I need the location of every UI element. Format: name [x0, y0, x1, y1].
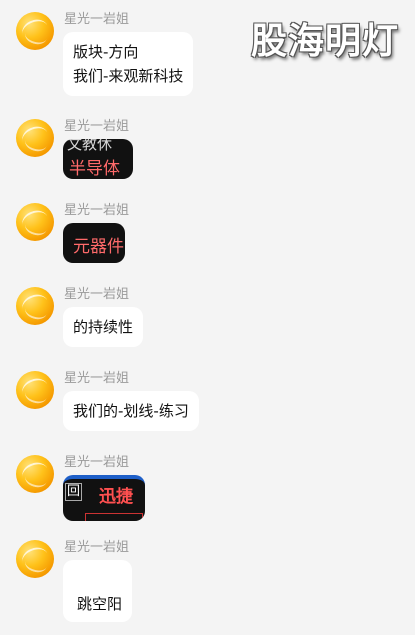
- sender-name: 星光一岩姐: [64, 287, 130, 302]
- sticker-left-text: 回: [65, 483, 83, 501]
- sticker-main-text: 半导体: [69, 159, 120, 179]
- avatar[interactable]: [16, 12, 54, 50]
- avatar[interactable]: [16, 540, 54, 578]
- sender-name: 星光一岩姐: [64, 12, 130, 27]
- sticker-top-text: 文教休: [67, 139, 113, 153]
- sticker-image[interactable]: 回 迅捷: [63, 475, 145, 521]
- message-bubble[interactable]: 版块-方向 我们-来观新科技: [63, 32, 194, 96]
- message-text-line: 我们-来观新科技: [73, 67, 184, 85]
- message-text-line: 的持续性: [73, 318, 134, 336]
- sender-name: 星光一岩姐: [64, 455, 130, 470]
- sticker-frame-decoration: [85, 513, 143, 521]
- message-bubble[interactable]: 的持续性: [63, 307, 144, 347]
- avatar[interactable]: [16, 119, 54, 157]
- watermark-text: 股海明灯: [250, 21, 399, 62]
- sender-name: 星光一岩姐: [64, 540, 130, 555]
- sender-name: 星光一岩姐: [64, 203, 130, 218]
- sticker-main-text: 迅捷: [99, 487, 133, 507]
- avatar[interactable]: [16, 455, 54, 493]
- sticker-image[interactable]: 元器件: [63, 223, 125, 263]
- message-text-line: 我们的-划线-练习: [73, 402, 189, 420]
- sender-name: 星光一岩姐: [64, 371, 130, 386]
- message-text-line: 跳空阳: [77, 595, 123, 613]
- sticker-image[interactable]: 文教休 半导体: [63, 139, 133, 179]
- sender-name: 星光一岩姐: [64, 119, 130, 134]
- avatar[interactable]: [16, 203, 54, 241]
- message-bubble[interactable]: 我们的-划线-练习: [63, 391, 199, 431]
- avatar[interactable]: [16, 287, 54, 325]
- sticker-main-text: 元器件: [73, 237, 124, 257]
- avatar[interactable]: [16, 371, 54, 409]
- message-bubble[interactable]: 跳空阳: [63, 560, 133, 622]
- message-text-line: 版块-方向: [73, 43, 139, 61]
